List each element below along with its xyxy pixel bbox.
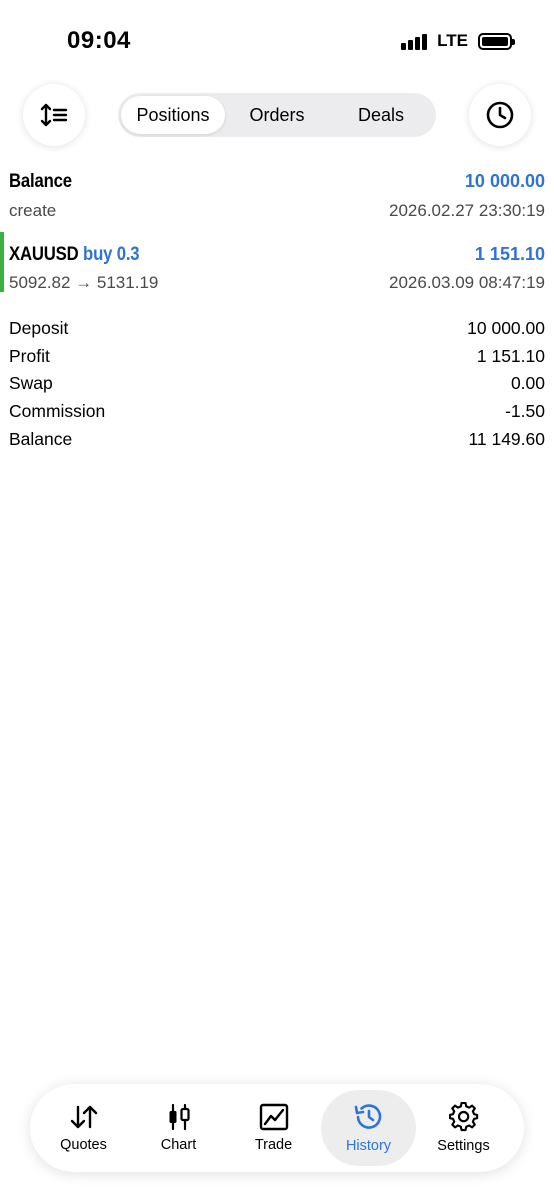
- summary-label: Swap: [9, 373, 53, 394]
- history-icon: [354, 1104, 381, 1129]
- summary-label: Deposit: [9, 318, 69, 339]
- summary-value: 11 149.60: [468, 428, 545, 449]
- deal-direction-volume: buy 0.3: [83, 244, 140, 265]
- deal-profit: 1 151.10: [474, 244, 545, 264]
- deal-row-balance[interactable]: Balance 10 000.00 create 2026.02.27 23:3…: [0, 168, 554, 228]
- summary-value: 0.00: [510, 373, 545, 394]
- deal-value: 10 000.00: [464, 171, 545, 191]
- sort-icon: [40, 103, 68, 127]
- segment-orders[interactable]: Orders: [225, 96, 329, 134]
- gear-icon: [448, 1102, 478, 1132]
- summary-row-swap: Swap 0.00: [9, 370, 545, 398]
- summary-label: Profit: [9, 345, 50, 366]
- tab-label: Settings: [437, 1138, 490, 1154]
- segment-deals[interactable]: Deals: [329, 96, 433, 134]
- segmented-control: Positions Orders Deals: [118, 93, 436, 137]
- summary-row-commission: Commission -1.50: [9, 398, 545, 426]
- deal-title-group: XAUUSD buy 0.3: [9, 244, 140, 266]
- deal-symbol: XAUUSD: [9, 244, 79, 265]
- segment-positions[interactable]: Positions: [121, 96, 225, 134]
- candlestick-icon: [169, 1103, 190, 1131]
- tab-quotes[interactable]: Quotes: [36, 1090, 131, 1166]
- summary-value: 10 000.00: [467, 318, 545, 339]
- period-button[interactable]: [469, 84, 531, 146]
- summary-row-balance: Balance 11 149.60: [9, 425, 545, 453]
- sort-button[interactable]: [23, 84, 85, 146]
- bottom-tab-bar: Quotes Chart Trade History Settings: [30, 1084, 524, 1172]
- clock-icon: [486, 101, 514, 129]
- summary-table: Deposit 10 000.00 Profit 1 151.10 Swap 0…: [9, 315, 545, 453]
- summary-label: Balance: [9, 428, 73, 449]
- tab-chart[interactable]: Chart: [131, 1090, 226, 1166]
- deal-title: Balance: [9, 171, 72, 192]
- tab-label: Chart: [160, 1137, 197, 1153]
- summary-row-profit: Profit 1 151.10: [9, 343, 545, 371]
- deal-time: 2026.02.27 23:30:19: [389, 201, 545, 220]
- tab-history[interactable]: History: [321, 1090, 416, 1166]
- summary-label: Commission: [9, 401, 106, 422]
- quotes-icon: [70, 1105, 97, 1129]
- summary-row-deposit: Deposit 10 000.00: [9, 315, 545, 343]
- summary-value: -1.50: [505, 401, 545, 422]
- deal-subtitle: create: [9, 201, 57, 220]
- status-bar: 09:04 LTE: [0, 0, 554, 80]
- signal-icon: [401, 32, 428, 50]
- trade-chart-icon: [259, 1103, 288, 1131]
- tab-label: History: [345, 1138, 392, 1154]
- tab-label: Quotes: [60, 1137, 107, 1153]
- deal-row-xauusd[interactable]: XAUUSD buy 0.3 1 151.10 5092.82 → 5131.1…: [0, 241, 554, 301]
- battery-icon: [478, 32, 515, 50]
- deal-time: 2026.03.09 08:47:19: [389, 273, 545, 292]
- network-type: LTE: [437, 31, 468, 50]
- tab-label: Trade: [254, 1137, 293, 1153]
- status-time: 09:04: [67, 27, 131, 54]
- status-indicators: LTE: [401, 31, 515, 51]
- summary-value: 1 151.10: [476, 345, 545, 366]
- tab-trade[interactable]: Trade: [226, 1090, 321, 1166]
- deal-prices: 5092.82 → 5131.19: [9, 273, 159, 292]
- tab-settings[interactable]: Settings: [416, 1090, 511, 1166]
